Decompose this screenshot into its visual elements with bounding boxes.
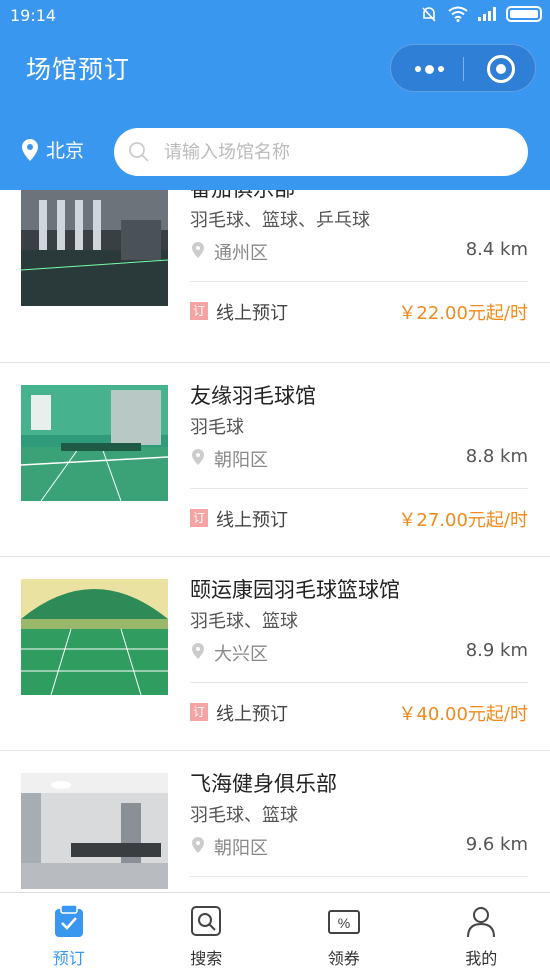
tab-search[interactable]: 搜索 <box>138 893 276 976</box>
coupon-icon: % <box>327 910 360 934</box>
booking-label: 线上预订 <box>216 303 288 324</box>
venue-district: 朝阳区 <box>214 838 268 859</box>
booking-label: 线上预订 <box>216 510 288 531</box>
divider <box>190 488 528 489</box>
venue-photo <box>21 190 168 306</box>
venue-price: ￥22.00元起/时 <box>398 303 528 324</box>
venue-sports: 羽毛球 <box>190 417 244 438</box>
search-box[interactable] <box>114 128 528 176</box>
divider <box>190 682 528 683</box>
booking-tag: 订 <box>190 509 208 527</box>
tab-label: 预订 <box>52 949 85 968</box>
tab-booking[interactable]: 预订 <box>0 893 138 976</box>
miniprogram-capsule <box>390 44 536 92</box>
venue-distance: 8.8 km <box>465 446 528 467</box>
venue-name: 飞海健身俱乐部 <box>190 772 337 796</box>
venue-district: 朝阳区 <box>214 450 268 471</box>
signal-icon <box>478 7 496 21</box>
user-icon <box>467 907 496 938</box>
venue-price: ￥27.00元起/时 <box>398 510 528 531</box>
status-icons <box>420 5 542 23</box>
tab-label: 我的 <box>465 949 498 968</box>
booking-label: 线上预订 <box>216 704 288 725</box>
page-title: 场馆预订 <box>26 55 131 84</box>
location-pin-icon <box>192 242 204 258</box>
calendar-check-icon <box>54 905 83 937</box>
svg-text:%: % <box>338 915 350 931</box>
venue-photo <box>21 773 168 889</box>
status-time: 19:14 <box>10 6 57 25</box>
capsule-divider <box>463 57 464 81</box>
bottom-tab-bar: 预订 搜索 % 领券 我的 <box>0 892 550 976</box>
mute-bell-icon <box>422 7 436 22</box>
more-icon[interactable] <box>411 64 447 74</box>
city-selector[interactable]: 北京 <box>22 136 84 163</box>
booking-tag: 订 <box>190 703 208 721</box>
booking-tag: 订 <box>190 302 208 320</box>
venue-photo <box>21 385 168 501</box>
close-target-icon[interactable] <box>487 55 515 83</box>
venue-price: ￥40.00元起/时 <box>398 704 528 725</box>
venue-sports: 羽毛球、篮球、乒乓球 <box>190 210 370 231</box>
venue-list[interactable]: 番茄俱乐部 羽毛球、篮球、乒乓球 通州区 8.4 km 订 线上预订 ￥22.0… <box>0 190 550 892</box>
venue-district: 通州区 <box>214 243 268 264</box>
venue-district: 大兴区 <box>214 644 268 665</box>
divider <box>190 281 528 282</box>
venue-sports: 羽毛球、篮球 <box>190 611 298 632</box>
tab-label: 搜索 <box>190 949 223 968</box>
venue-name: 友缘羽毛球馆 <box>190 384 316 408</box>
search-input[interactable] <box>164 141 504 163</box>
tab-profile[interactable]: 我的 <box>413 893 550 976</box>
divider <box>190 876 528 877</box>
venue-distance: 8.4 km <box>465 239 528 260</box>
city-label: 北京 <box>46 140 85 162</box>
venue-distance: 8.9 km <box>465 640 528 661</box>
venue-photo <box>21 579 168 695</box>
search-icon <box>191 906 222 936</box>
battery-icon <box>506 6 542 22</box>
tab-coupon[interactable]: % 领券 <box>275 893 413 976</box>
venue-name: 颐运康园羽毛球篮球馆 <box>190 578 400 602</box>
location-pin-icon <box>22 138 38 161</box>
venue-card[interactable]: 友缘羽毛球馆 羽毛球 朝阳区 8.8 km 订 线上预订 ￥27.00元起/时 <box>0 363 550 557</box>
location-pin-icon <box>192 837 204 853</box>
venue-sports: 羽毛球、篮球 <box>190 805 298 826</box>
location-pin-icon <box>192 449 204 465</box>
search-icon <box>129 142 149 162</box>
app-header: 19:14 场馆预订 北京 请输入场馆名称 <box>0 0 550 190</box>
venue-distance: 9.6 km <box>465 834 528 855</box>
venue-card[interactable]: 番茄俱乐部 羽毛球、篮球、乒乓球 通州区 8.4 km 订 线上预订 ￥22.0… <box>0 190 550 363</box>
tab-label: 领券 <box>327 949 360 968</box>
location-pin-icon <box>192 643 204 659</box>
venue-card[interactable]: 飞海健身俱乐部 羽毛球、篮球 朝阳区 9.6 km <box>0 751 550 892</box>
venue-card[interactable]: 颐运康园羽毛球篮球馆 羽毛球、篮球 大兴区 8.9 km 订 线上预订 ￥40.… <box>0 557 550 751</box>
status-bar: 19:14 <box>0 0 550 32</box>
wifi-icon <box>448 6 468 22</box>
venue-name: 番茄俱乐部 <box>190 190 295 203</box>
